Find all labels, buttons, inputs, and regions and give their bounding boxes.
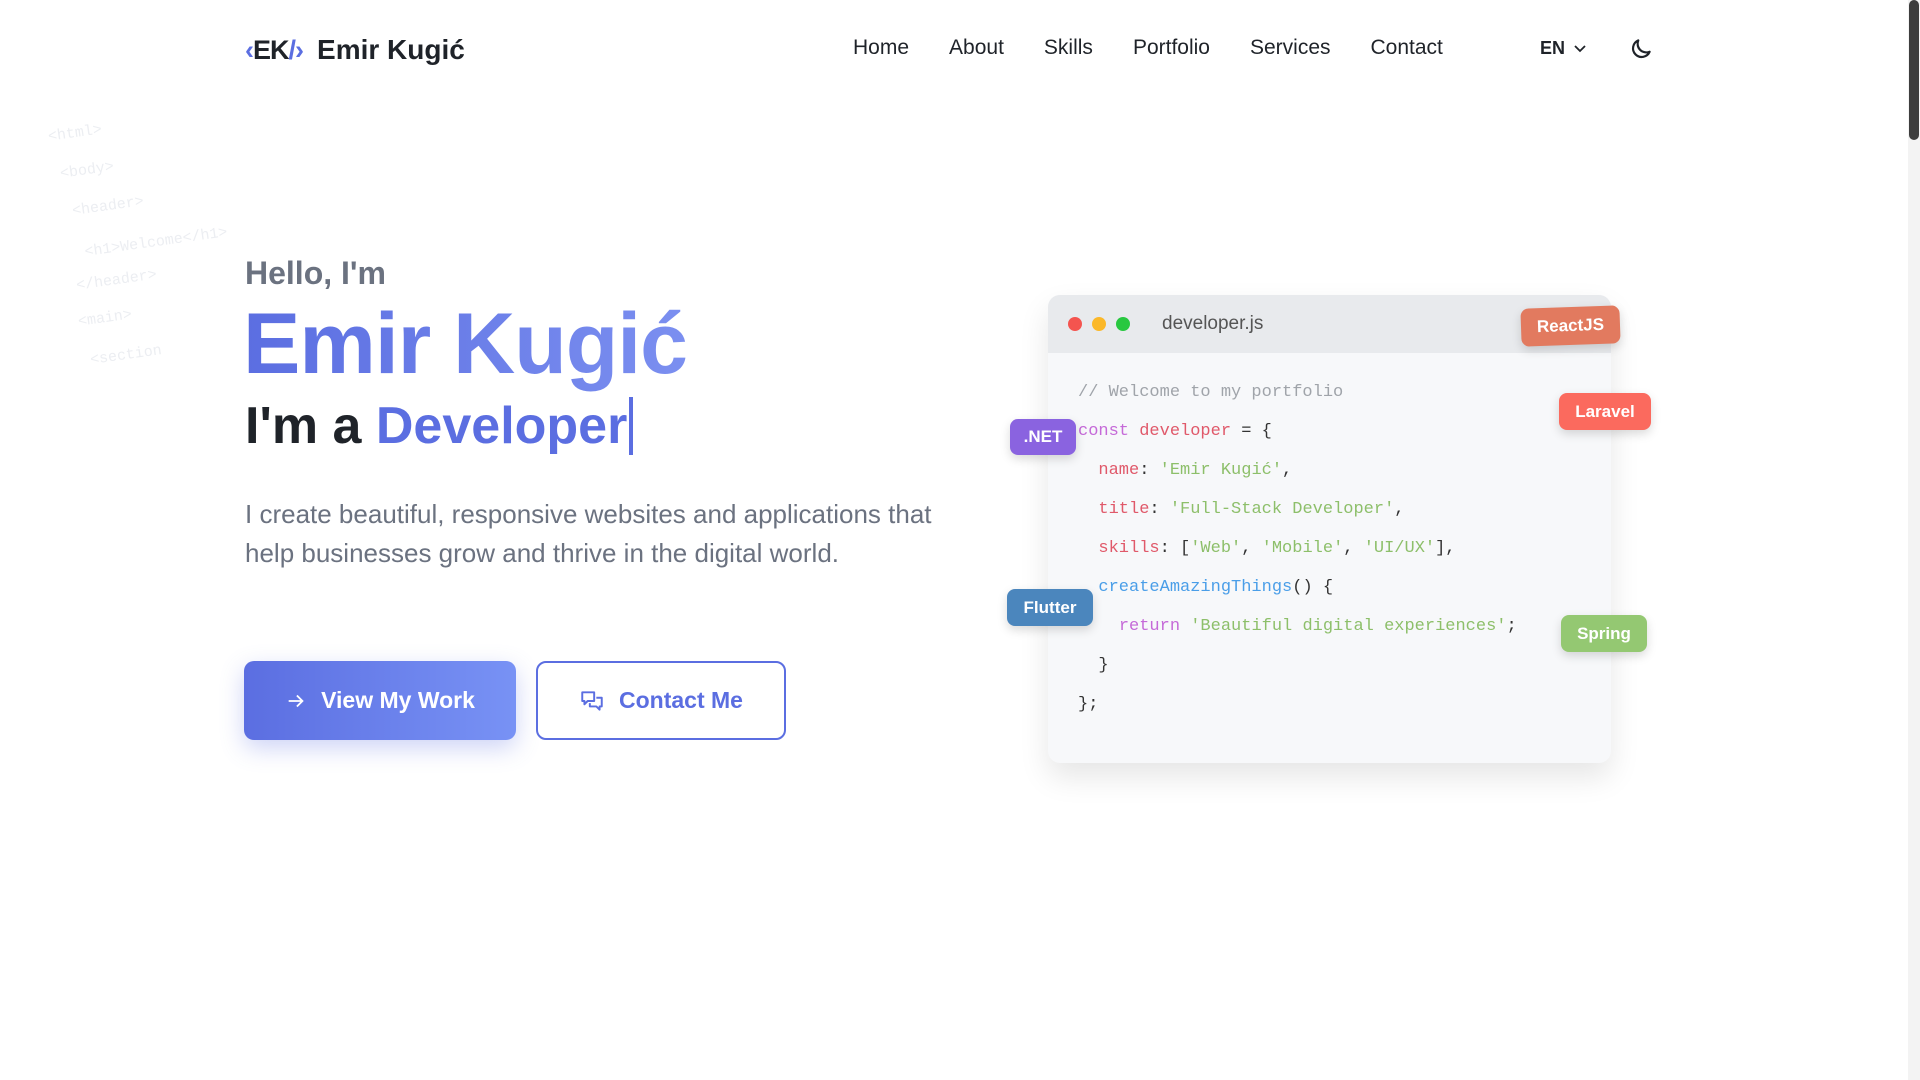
code-filename: developer.js [1162, 313, 1264, 334]
bg-code-line: <main> [77, 306, 133, 331]
code-line: skills: ['Web', 'Mobile', 'UI/UX'], [1078, 539, 1517, 578]
badge-laravel: Laravel [1559, 393, 1651, 430]
code-token: } [1078, 656, 1109, 675]
code-token: ], [1435, 539, 1456, 558]
code-token: = { [1231, 422, 1272, 441]
code-token: // Welcome to my portfolio [1078, 383, 1344, 402]
bg-code-line: <h1>Welcome</h1> [83, 224, 229, 261]
bg-code-line: <section [89, 342, 163, 369]
hero-description: I create beautiful, responsive websites … [245, 499, 932, 568]
chevron-down-icon [1574, 44, 1586, 52]
scrollbar-thumb[interactable] [1909, 0, 1919, 140]
nav-portfolio[interactable]: Portfolio [1133, 36, 1210, 60]
hero-name: Emir Kugić [243, 296, 688, 392]
moon-icon[interactable] [1628, 36, 1654, 62]
code-line: return 'Beautiful digital experiences'; [1078, 617, 1517, 656]
badge-spring: Spring [1561, 615, 1647, 652]
chat-icon [581, 690, 603, 711]
nav-home[interactable]: Home [853, 36, 909, 60]
arrow-right-icon [288, 694, 304, 707]
code-token: name [1098, 461, 1140, 480]
bg-code-line: <body> [59, 158, 115, 183]
brand-name: Emir Kugić [317, 34, 465, 65]
code-token: }; [1078, 695, 1099, 714]
code-token: 'Full-Stack Developer' [1169, 500, 1395, 519]
code-token: 'Beautiful digital experiences' [1190, 617, 1507, 636]
code-token: , [1282, 461, 1293, 480]
bg-code-line: <html> [47, 121, 103, 146]
code-token: , [1394, 500, 1405, 519]
logo[interactable]: ‹EK/› Emir Kugić [245, 30, 465, 70]
hero-greeting: Hello, I'm [245, 255, 386, 291]
code-token: 'Web' [1190, 539, 1242, 558]
maximize-dot-icon [1116, 317, 1130, 331]
code-token: createAmazingThings [1098, 578, 1293, 597]
minimize-dot-icon [1092, 317, 1106, 331]
scrollbar[interactable] [1908, 0, 1920, 1080]
code-token: : [ [1159, 539, 1191, 558]
main-nav: Home About Skills Portfolio Services Con… [853, 36, 1483, 60]
hero-role: I'm a Developer [245, 396, 634, 456]
code-token: ; [1506, 617, 1517, 636]
language-label: EN [1540, 38, 1566, 58]
code-block: // Welcome to my portfolio const develope… [1078, 383, 1517, 734]
code-line: createAmazingThings() { [1078, 578, 1517, 617]
code-line: }; [1078, 695, 1517, 734]
code-token: return [1118, 617, 1181, 636]
code-token: , [1343, 539, 1364, 558]
code-line: const developer = { [1078, 422, 1517, 461]
role-typed: Developer [375, 397, 634, 455]
view-my-work-button[interactable]: View My Work [244, 661, 516, 740]
bg-code-line: <header> [71, 193, 145, 220]
code-line: // Welcome to my portfolio [1078, 383, 1517, 422]
badge-reactjs: ReactJS [1520, 305, 1621, 347]
nav-about[interactable]: About [949, 36, 1004, 60]
code-token: () { [1292, 578, 1334, 597]
view-my-work-label: View My Work [321, 687, 475, 713]
role-prefix: I'm a [245, 397, 362, 455]
close-dot-icon [1068, 317, 1082, 331]
code-token: developer [1139, 422, 1232, 441]
contact-me-button[interactable]: Contact Me [536, 661, 786, 740]
code-token: skills [1098, 539, 1160, 558]
code-token: title [1098, 500, 1150, 519]
contact-me-label: Contact Me [619, 687, 743, 713]
logo-mark: ‹EK/› [245, 34, 304, 65]
badge-dotnet: .NET [1010, 419, 1076, 455]
code-token: 'UI/UX' [1363, 539, 1436, 558]
code-window: developer.js // Welcome to my portfolio c… [1048, 295, 1611, 763]
badge-flutter: Flutter [1007, 589, 1093, 626]
code-token: const [1078, 422, 1130, 441]
code-line: } [1078, 656, 1517, 695]
nav-contact[interactable]: Contact [1371, 36, 1443, 60]
code-token: 'Mobile' [1261, 539, 1344, 558]
bg-code-line: </header> [75, 266, 158, 295]
code-line: name: 'Emir Kugić', [1078, 461, 1517, 500]
code-token: : [1149, 500, 1170, 519]
language-selector[interactable]: EN [1540, 38, 1587, 59]
code-token: , [1241, 539, 1262, 558]
nav-services[interactable]: Services [1250, 36, 1331, 60]
nav-skills[interactable]: Skills [1044, 36, 1093, 60]
code-line: title: 'Full-Stack Developer', [1078, 500, 1517, 539]
code-token: 'Emir Kugić' [1159, 461, 1283, 480]
code-token: : [1139, 461, 1160, 480]
